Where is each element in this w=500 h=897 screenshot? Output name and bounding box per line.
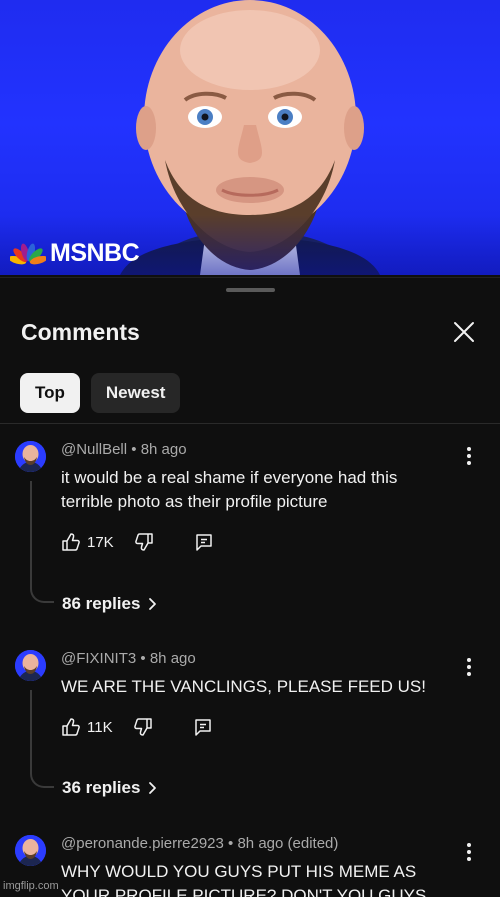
thumbs-up-icon bbox=[62, 718, 80, 736]
avatar[interactable] bbox=[15, 441, 46, 472]
comment-menu-button[interactable] bbox=[458, 841, 480, 863]
comment-text: WE ARE THE VANCLINGS, PLEASE FEED US! bbox=[61, 675, 446, 699]
comment-item: @peronande.pierre2923 • 8h ago (edited) … bbox=[0, 835, 500, 897]
video-player[interactable]: MSNBC bbox=[0, 0, 500, 275]
comment-text: WHY WOULD YOU GUYS PUT HIS MEME AS YOUR … bbox=[61, 860, 461, 897]
comment-item: @NullBell • 8h ago it would be a real sh… bbox=[0, 441, 500, 621]
reply-button[interactable] bbox=[193, 717, 213, 737]
view-replies-button[interactable]: 86 replies bbox=[62, 594, 158, 614]
avatar[interactable] bbox=[15, 650, 46, 681]
comment-meta: @FIXINIT3 • 8h ago bbox=[61, 650, 196, 667]
comment-author[interactable]: @NullBell bbox=[61, 441, 127, 458]
meta-separator: • bbox=[228, 835, 234, 852]
like-button[interactable]: 11K bbox=[61, 717, 113, 737]
replies-count: 36 replies bbox=[62, 778, 141, 797]
chip-top[interactable]: Top bbox=[20, 373, 80, 413]
comment-time: 8h ago bbox=[140, 441, 187, 458]
like-count: 11K bbox=[87, 718, 113, 736]
chevron-right-icon bbox=[149, 598, 157, 610]
dislike-button[interactable] bbox=[134, 532, 154, 552]
view-replies-button[interactable]: 36 replies bbox=[62, 778, 158, 798]
divider bbox=[0, 423, 500, 424]
peacock-icon bbox=[10, 243, 46, 264]
meta-separator: • bbox=[131, 441, 137, 458]
comment-time: 8h ago bbox=[237, 835, 284, 852]
comment-actions: 17K bbox=[61, 532, 214, 552]
thumbs-up-icon bbox=[62, 533, 80, 551]
close-icon bbox=[454, 322, 474, 342]
msnbc-logo-text: MSNBC bbox=[50, 239, 140, 267]
comment-text: it would be a real shame if everyone had… bbox=[61, 466, 446, 514]
comment-time: 8h ago bbox=[149, 650, 196, 667]
drag-handle[interactable] bbox=[226, 288, 275, 292]
chip-newest[interactable]: Newest bbox=[90, 373, 181, 413]
comment-text-line: WHY WOULD YOU GUYS PUT HIS MEME AS bbox=[61, 862, 417, 881]
comment-text-line: it would be a real shame if everyone had… bbox=[61, 468, 398, 487]
replies-count: 86 replies bbox=[62, 594, 141, 613]
comment-actions: 11K bbox=[61, 717, 213, 737]
comment-text-line: YOUR PROFILE PICTURE? DON'T YOU GUYS bbox=[61, 886, 427, 897]
comment-meta: @NullBell • 8h ago bbox=[61, 441, 187, 458]
comment-menu-button[interactable] bbox=[458, 656, 480, 678]
dislike-button[interactable] bbox=[133, 717, 153, 737]
comment-sort-chips: Top Newest bbox=[20, 373, 181, 413]
edited-flag: (edited) bbox=[287, 835, 339, 852]
avatar[interactable] bbox=[15, 835, 46, 866]
comment-meta: @peronande.pierre2923 • 8h ago (edited) bbox=[61, 835, 338, 852]
comment-author[interactable]: @peronande.pierre2923 bbox=[61, 835, 224, 852]
thumbs-down-icon bbox=[134, 533, 153, 551]
comment-text-line: WE ARE THE VANCLINGS, PLEASE FEED US! bbox=[61, 677, 426, 696]
thread-line bbox=[30, 481, 54, 603]
comments-title: Comments bbox=[21, 319, 140, 345]
like-button[interactable]: 17K bbox=[61, 532, 114, 552]
reply-icon bbox=[195, 534, 212, 551]
like-count: 17K bbox=[87, 533, 114, 551]
chevron-right-icon bbox=[149, 782, 157, 794]
comment-item: @FIXINIT3 • 8h ago WE ARE THE VANCLINGS,… bbox=[0, 650, 500, 810]
reply-icon bbox=[194, 719, 211, 736]
thread-line bbox=[30, 690, 54, 788]
meta-separator: • bbox=[140, 650, 146, 667]
comment-text-line: terrible photo as their profile picture bbox=[61, 492, 328, 511]
thumbs-down-icon bbox=[133, 718, 152, 736]
imgflip-watermark: imgflip.com bbox=[3, 880, 59, 892]
reply-button[interactable] bbox=[194, 532, 214, 552]
close-button[interactable] bbox=[451, 319, 477, 345]
msnbc-logo: MSNBC bbox=[10, 239, 140, 267]
comment-author[interactable]: @FIXINIT3 bbox=[61, 650, 136, 667]
comment-menu-button[interactable] bbox=[458, 445, 480, 467]
